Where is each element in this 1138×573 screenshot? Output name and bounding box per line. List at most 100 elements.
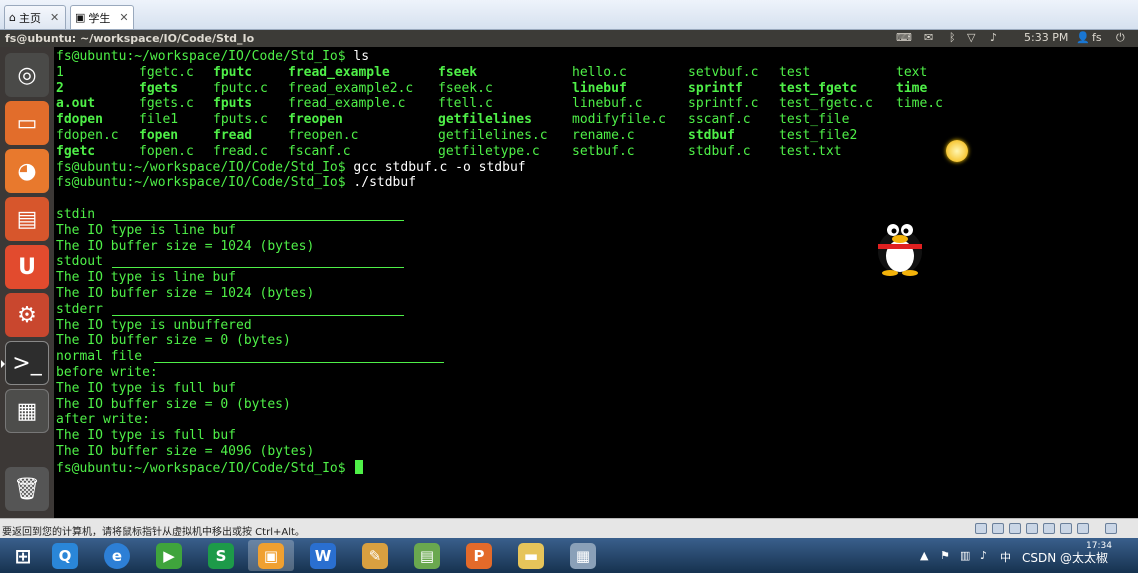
ls-entry: fopen xyxy=(139,128,179,143)
device-icon[interactable] xyxy=(975,523,987,534)
ls-entry: time.c xyxy=(896,96,943,112)
wps-presentation-icon[interactable]: P xyxy=(456,540,502,571)
ubuntu-one-icon[interactable]: U xyxy=(5,245,49,289)
input-method-icon[interactable]: 中 xyxy=(1000,549,1011,565)
output-line: before write: xyxy=(56,365,158,380)
home-icon: ⌂ xyxy=(9,11,16,24)
qq-icon[interactable]: Q xyxy=(42,540,88,571)
ls-entry: fputs.c xyxy=(213,112,268,128)
files-icon[interactable]: ▭ xyxy=(5,101,49,145)
close-icon[interactable]: ✕ xyxy=(50,11,59,24)
shell-command: ls xyxy=(345,49,370,64)
trash-icon[interactable]: 🗑 xyxy=(5,467,49,511)
wps-sheet-icon[interactable]: S xyxy=(198,540,244,571)
paint-icon[interactable]: ✎ xyxy=(352,540,398,571)
volume-icon[interactable]: ♪ xyxy=(990,31,997,44)
device-icon[interactable] xyxy=(992,523,1004,534)
ls-entry: freopen.c xyxy=(288,128,359,143)
terminal-line: fs@ubuntu:~/workspace/IO/Code/Std_Io$ xyxy=(56,459,364,477)
ls-entry: fputc.c xyxy=(213,80,268,96)
network-adapter-icon[interactable] xyxy=(1026,523,1038,534)
output-underline xyxy=(112,220,404,221)
network-icon[interactable]: ▽ xyxy=(967,31,975,44)
ls-entry: 1 xyxy=(56,64,64,80)
flag-icon[interactable]: ⚑ xyxy=(940,549,950,562)
keyboard-icon[interactable]: ⌨ xyxy=(896,31,912,44)
tab-home[interactable]: ⌂ 主页 ✕ xyxy=(4,5,66,29)
close-icon[interactable]: ✕ xyxy=(119,11,128,24)
ls-entry: file1 xyxy=(139,112,179,128)
output-line: The IO type is unbuffered xyxy=(56,317,252,333)
ls-entry: rename.c xyxy=(572,128,635,143)
ls-entry: fputc xyxy=(213,64,253,80)
output-line: The IO type is full buf xyxy=(56,380,237,396)
wps-writer-icon[interactable]: W xyxy=(300,540,346,571)
output-line: The IO buffer size = 0 (bytes) xyxy=(56,333,291,349)
ie-icon[interactable]: e xyxy=(94,540,140,571)
ls-entry: linebuf.c xyxy=(572,96,643,112)
system-settings-icon[interactable]: ⚙ xyxy=(5,293,49,337)
software-center-icon[interactable]: ▤ xyxy=(5,197,49,241)
device-icon[interactable] xyxy=(1043,523,1055,534)
output-line: after write: xyxy=(56,412,150,428)
ls-entry: getfiletype.c xyxy=(438,143,540,159)
ls-entry: stdbuf.c xyxy=(688,143,751,159)
ls-entry: fgets xyxy=(139,80,179,96)
media-player-icon[interactable]: ▶ xyxy=(146,540,192,571)
network-icon[interactable]: ▥ xyxy=(960,549,970,562)
ls-entry: text xyxy=(896,64,928,80)
file-explorer-icon[interactable]: ▬ xyxy=(508,540,554,571)
firefox-icon[interactable]: ◕ xyxy=(5,149,49,193)
ls-entry: fgets.c xyxy=(139,96,194,112)
vm-tab-bar: ⌂ 主页 ✕ ▣ 学生 ✕ xyxy=(0,0,1138,30)
output-line: stderr xyxy=(56,301,103,317)
windows-start-icon[interactable]: ⊞ xyxy=(0,540,46,571)
tab-student-label: 学生 xyxy=(88,11,111,25)
text-cursor xyxy=(355,459,364,474)
output-line: stdout xyxy=(56,254,103,270)
ls-entry: fread_example xyxy=(288,64,390,80)
mail-icon[interactable]: ✉ xyxy=(924,31,933,44)
ls-entry: fgetc.c xyxy=(139,64,194,80)
tab-home-label: 主页 xyxy=(18,11,41,25)
output-underline xyxy=(154,362,444,364)
ls-entry: freopen xyxy=(288,112,343,128)
ubuntu-dash-icon[interactable]: ◎ xyxy=(5,53,49,97)
top-panel: fs@ubuntu: ~/workspace/IO/Code/Std_Io ⌨ … xyxy=(0,30,1138,47)
ls-entry: ftell.c xyxy=(438,96,493,112)
device-icon[interactable] xyxy=(1077,523,1089,534)
shell-prompt: fs@ubuntu:~/workspace/IO/Code/Std_Io$ xyxy=(56,49,346,64)
ls-entry: test_fgetc xyxy=(779,80,858,96)
output-underline xyxy=(112,314,404,316)
ls-entry: sprintf.c xyxy=(688,96,759,112)
workspace-switcher-icon[interactable]: ▦ xyxy=(5,389,49,433)
sound-icon[interactable] xyxy=(1060,523,1072,534)
volume-icon[interactable]: ♪ xyxy=(980,549,987,562)
ls-entry: test.txt xyxy=(779,143,842,159)
taskbar-clock[interactable]: 17:34 xyxy=(1086,541,1112,551)
ls-entry: setbuf.c xyxy=(572,143,635,159)
output-underline xyxy=(112,267,404,269)
terminal-icon[interactable]: >_ xyxy=(1,341,49,385)
terminal-window[interactable]: fs@ubuntu:~/workspace/IO/Code/Std_Io$ ls… xyxy=(54,47,1138,518)
shell-command: gcc stdbuf.c -o stdbuf xyxy=(345,159,526,175)
ls-entry: time xyxy=(896,80,928,96)
ls-entry: test_fgetc.c xyxy=(779,96,873,112)
vmware-icon[interactable]: ▣ xyxy=(248,540,294,571)
ls-entry: fputs xyxy=(213,96,253,112)
device-icon[interactable] xyxy=(1009,523,1021,534)
user-name[interactable]: fs xyxy=(1092,31,1102,44)
ls-entry: fgetc xyxy=(56,143,96,159)
notepad-icon[interactable]: ▤ xyxy=(404,540,450,571)
ls-entry: fopen.c xyxy=(139,143,194,159)
ls-entry: stdbuf xyxy=(688,128,735,143)
tab-student[interactable]: ▣ 学生 ✕ xyxy=(70,5,134,29)
ls-entry: fseek xyxy=(438,64,478,80)
message-icon[interactable] xyxy=(1105,523,1117,534)
user-icon[interactable]: 👤 xyxy=(1076,31,1090,44)
calculator-icon[interactable]: ▦ xyxy=(560,540,606,571)
tray-arrow-icon[interactable]: ▲ xyxy=(920,549,928,562)
power-icon[interactable]: ⏻ xyxy=(1116,31,1125,45)
bluetooth-icon[interactable]: ᛒ xyxy=(949,31,956,44)
clock[interactable]: 5:33 PM xyxy=(1024,31,1068,44)
